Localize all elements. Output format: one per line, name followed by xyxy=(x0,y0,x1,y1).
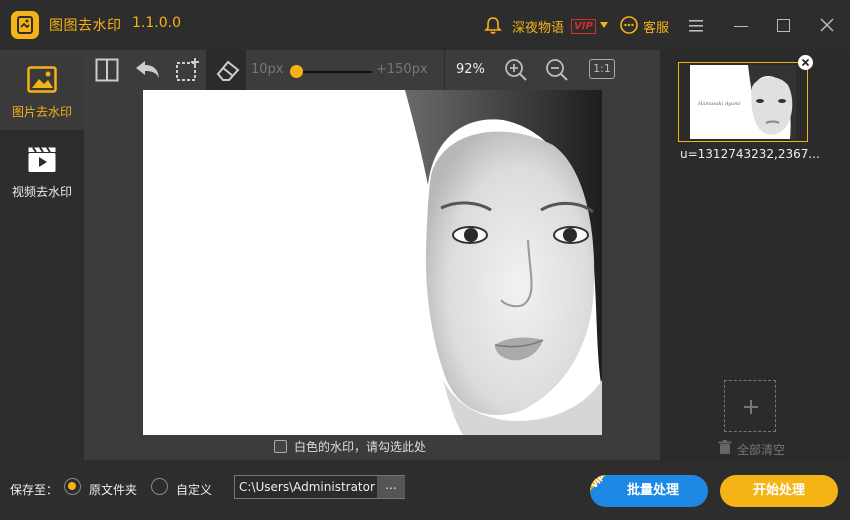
white-watermark-label: 白色的水印，请勾选此处 xyxy=(294,440,427,454)
split-view-icon xyxy=(95,58,119,82)
sidebar-item-label: 视频去水印 xyxy=(11,185,72,199)
browse-button[interactable]: ... xyxy=(377,476,405,498)
clear-all-button[interactable]: 全部清空 xyxy=(737,441,785,458)
undo-icon xyxy=(136,61,159,78)
app-logo-icon xyxy=(11,11,39,39)
service-link[interactable]: 客服 xyxy=(643,17,669,36)
chat-service-icon[interactable] xyxy=(619,16,639,38)
menu-icon[interactable] xyxy=(689,20,703,35)
photo-canvas[interactable] xyxy=(143,90,602,435)
toolbar-divider xyxy=(444,50,445,90)
crop-select-button[interactable] xyxy=(166,50,206,90)
zoom-level: 92% xyxy=(456,62,485,77)
sidebar-item-image[interactable]: 图片去水印 xyxy=(0,50,84,130)
output-path-value: C:\Users\Administrator xyxy=(239,480,375,494)
radio-custom-folder[interactable] xyxy=(151,478,168,495)
radio-original-folder-label[interactable]: 原文件夹 xyxy=(89,481,137,498)
sidebar: 图片去水印 视频去水印 xyxy=(0,50,84,460)
selection-rect-icon xyxy=(176,58,199,81)
thumbnail-caption: Hamasaki Ayumi xyxy=(698,101,741,107)
remove-file-close-icon[interactable] xyxy=(798,55,813,70)
bottom-bar: 保存至： 原文件夹 自定义 C:\Users\Administrator ...… xyxy=(0,460,850,520)
zoom-in-icon[interactable] xyxy=(504,58,528,85)
add-file-button[interactable] xyxy=(724,380,776,432)
brush-size-slider-handle[interactable] xyxy=(290,65,303,78)
eraser-brush-button[interactable] xyxy=(206,50,246,90)
file-name: u=1312743232,2367... xyxy=(680,147,820,161)
portrait-image xyxy=(143,90,602,435)
zoom-out-icon[interactable] xyxy=(545,58,569,85)
eraser-icon xyxy=(216,60,240,81)
app-title: 图图去水印 xyxy=(49,18,122,34)
actual-size-button[interactable]: 1:1 xyxy=(589,59,615,79)
file-list-panel: Hamasaki Ayumi u=1312743232,2367... 全部清空 xyxy=(660,50,850,460)
brush-size-max: +150px xyxy=(376,62,428,77)
file-thumbnail[interactable]: Hamasaki Ayumi xyxy=(678,62,808,142)
user-bell-icon[interactable] xyxy=(484,16,502,38)
white-watermark-checkbox[interactable] xyxy=(274,440,287,453)
sidebar-item-video[interactable]: 视频去水印 xyxy=(0,130,84,210)
radio-custom-folder-label[interactable]: 自定义 xyxy=(176,481,212,498)
sidebar-item-label: 图片去水印 xyxy=(11,105,72,119)
thumbnail-image: Hamasaki Ayumi xyxy=(690,65,796,139)
brush-size-min: 10px xyxy=(251,62,284,77)
app-version: 1.1.0.0 xyxy=(132,15,181,31)
batch-process-label: 批量处理 xyxy=(626,483,679,498)
editor-toolbar: 10px +150px 92% 1:1 xyxy=(84,50,660,90)
batch-process-button[interactable]: VIP 批量处理 xyxy=(590,475,708,507)
compare-view-button[interactable] xyxy=(86,50,126,90)
close-icon[interactable] xyxy=(820,18,834,35)
brush-size-slider[interactable] xyxy=(296,71,372,73)
trash-icon[interactable] xyxy=(718,440,732,458)
vip-badge: VIP xyxy=(571,19,596,34)
video-icon xyxy=(27,146,57,177)
output-path-field[interactable]: C:\Users\Administrator ... xyxy=(234,475,405,499)
title-bar: 图图去水印 1.1.0.0 深夜物语 VIP 客服 xyxy=(0,0,850,50)
user-name[interactable]: 深夜物语 xyxy=(512,17,564,36)
canvas-area: 白色的水印，请勾选此处 xyxy=(84,90,660,460)
maximize-icon[interactable] xyxy=(777,19,790,32)
save-to-label: 保存至： xyxy=(10,483,59,497)
radio-original-folder[interactable] xyxy=(64,478,81,495)
chevron-down-icon[interactable] xyxy=(600,22,608,28)
image-icon xyxy=(27,66,57,97)
minimize-icon[interactable] xyxy=(734,26,748,27)
undo-button[interactable] xyxy=(126,50,166,90)
start-process-button[interactable]: 开始处理 xyxy=(720,475,838,507)
